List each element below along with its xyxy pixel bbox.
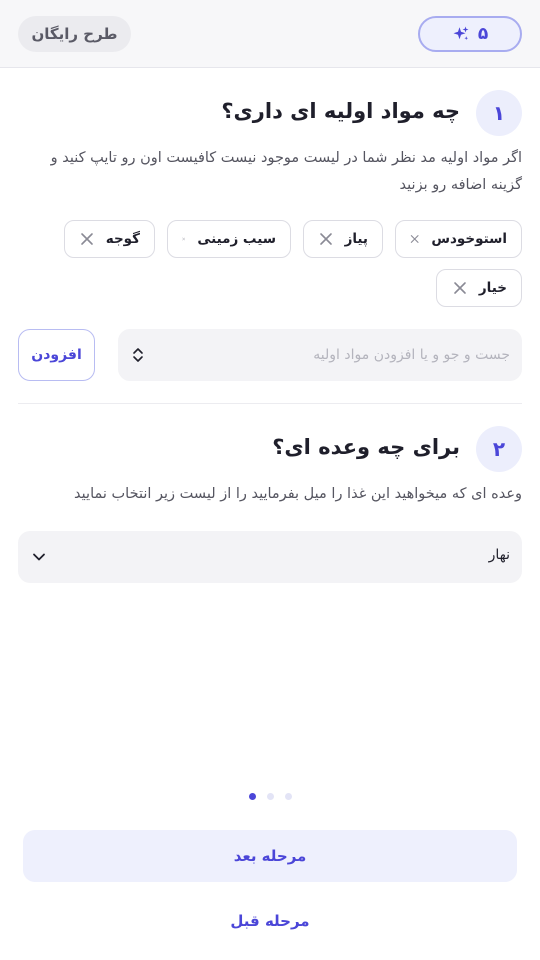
chip-label: استوخودس — [431, 231, 507, 247]
ingredient-chip[interactable]: سیب زمینی — [167, 220, 291, 258]
add-ingredient-button[interactable]: افزودن — [18, 329, 95, 381]
step-2-badge: ۲ — [476, 426, 522, 472]
step-1-title: چه مواد اولیه ای داری؟ — [221, 99, 460, 123]
sparkles-icon — [453, 26, 469, 40]
ingredient-chip[interactable]: استوخودس — [395, 220, 522, 258]
close-icon[interactable] — [410, 232, 419, 246]
plan-badge[interactable]: طرح رایگان — [18, 16, 131, 52]
credits-count: ۵ — [477, 24, 489, 44]
next-step-button[interactable]: مرحله بعد — [23, 830, 517, 882]
top-bar: ۵ طرح رایگان — [0, 0, 540, 68]
close-icon[interactable] — [182, 232, 186, 246]
chip-label: خیار — [478, 280, 507, 296]
chip-label: پیاز — [344, 231, 368, 247]
meal-select[interactable]: نهار — [18, 531, 522, 583]
ingredient-search-input[interactable] — [170, 329, 510, 381]
chip-label: گوجه — [105, 231, 140, 247]
chevron-down-icon — [33, 553, 45, 561]
ingredient-chip[interactable]: خیار — [436, 269, 522, 307]
pager-dot-active — [248, 793, 256, 800]
close-icon[interactable] — [80, 232, 94, 246]
sort-icon[interactable] — [131, 347, 145, 363]
pager-dot — [284, 793, 292, 800]
close-icon[interactable] — [453, 281, 467, 295]
chip-label: سیب زمینی — [197, 231, 276, 247]
pager-dot — [266, 793, 274, 800]
step-2-description: وعده ای که میخواهید این غذا را میل بفرما… — [74, 486, 522, 502]
credits-badge[interactable]: ۵ — [418, 16, 522, 52]
section-divider — [18, 403, 522, 404]
ingredient-search-box — [118, 329, 522, 381]
step-1-badge: ۱ — [476, 90, 522, 136]
previous-step-button[interactable]: مرحله قبل — [170, 902, 370, 940]
step-1-description: اگر مواد اولیه مد نظر شما در لیست موجود … — [50, 150, 522, 193]
step-2-title: برای چه وعده ای؟ — [272, 435, 460, 459]
ingredient-chip[interactable]: پیاز — [303, 220, 383, 258]
ingredient-chip[interactable]: گوجه — [64, 220, 155, 258]
step-pager — [0, 793, 540, 801]
meal-select-value: نهار — [488, 547, 510, 563]
close-icon[interactable] — [319, 232, 333, 246]
